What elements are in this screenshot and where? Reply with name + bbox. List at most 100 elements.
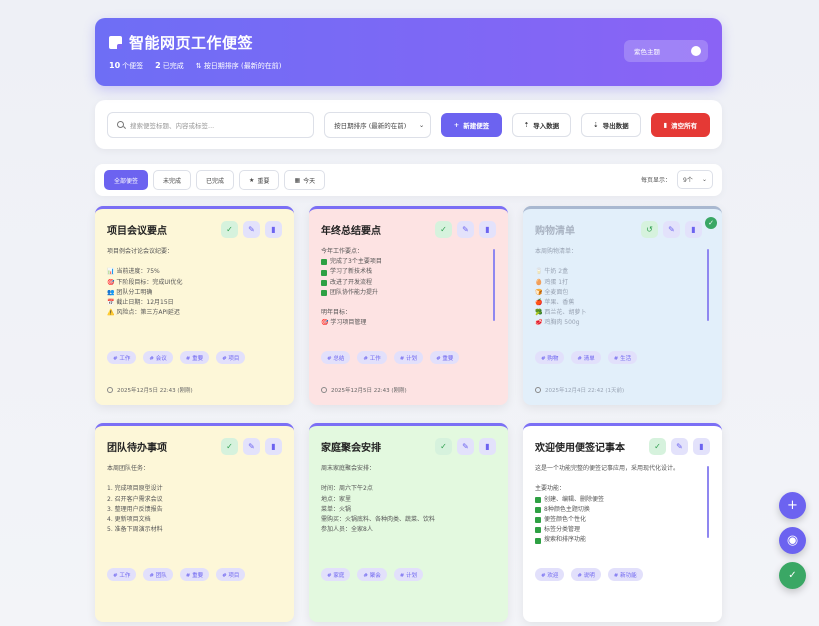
note-tags: # 家庭 # 聚会 # 计划 <box>321 568 496 581</box>
floating-theme-button[interactable]: ◉ <box>779 527 806 554</box>
clock-icon <box>321 387 327 393</box>
checkbox-icon <box>321 269 327 276</box>
import-button[interactable]: ⇡ 导入数据 <box>511 112 572 137</box>
note-card[interactable]: 团队待办事项 ✓ ✎ ▮ 本周团队任务： 1. 完成项目原型设计 2. 召开客户… <box>95 423 294 622</box>
note-tags: # 购物 # 清单 # 生活 <box>535 351 710 364</box>
tag[interactable]: # 购物 <box>535 351 565 364</box>
check-double-icon: ✓ <box>788 570 797 581</box>
tag[interactable]: # 清单 <box>571 351 601 364</box>
scrollbar[interactable] <box>493 249 495 321</box>
export-button[interactable]: ⇣ 导出数据 <box>581 112 641 137</box>
edit-button[interactable]: ✎ <box>457 437 474 455</box>
tag[interactable]: # 欢迎 <box>535 568 565 581</box>
delete-button[interactable]: ▮ <box>265 220 282 238</box>
delete-button[interactable]: ▮ <box>479 437 496 455</box>
tag[interactable]: # 新功能 <box>607 568 643 581</box>
note-body: 本周团队任务： 1. 完成项目原型设计 2. 召开客户需求会议 3. 整理用户反… <box>107 465 163 534</box>
tag[interactable]: # 重要 <box>179 351 210 364</box>
floating-complete-button[interactable]: ✓ <box>779 562 806 589</box>
scrollbar[interactable] <box>707 466 709 538</box>
upload-icon: ⇡ <box>523 120 530 129</box>
tag[interactable]: # 项目 <box>216 568 246 581</box>
sort-select[interactable]: 按日期排序 (最新的在前) ⌄ <box>324 111 432 138</box>
complete-button[interactable]: ✓ <box>649 437 666 455</box>
theme-toggle-button[interactable]: 紫色主题 <box>624 40 708 62</box>
search-input[interactable]: 搜索便签标题、内容或标签... <box>107 111 315 138</box>
star-icon: ★ <box>249 176 255 184</box>
note-title: 年终总结要点 <box>321 225 381 237</box>
delete-button[interactable]: ▮ <box>479 220 496 238</box>
note-date: 2025年12月5日 22:43 (刚刚) <box>321 386 407 394</box>
tag[interactable]: # 说明 <box>571 568 601 581</box>
edit-button[interactable]: ✎ <box>243 437 260 455</box>
checkbox-icon <box>321 259 327 266</box>
delete-button[interactable]: ▮ <box>685 220 702 238</box>
complete-button[interactable]: ✓ <box>435 220 452 238</box>
tag[interactable]: # 团队 <box>143 568 173 581</box>
tag[interactable]: # 重要 <box>430 351 460 364</box>
tag[interactable]: # 工作 <box>107 568 137 581</box>
new-note-button[interactable]: + 新建便签 <box>441 112 502 137</box>
undo-button[interactable]: ↺ <box>641 220 658 238</box>
edit-button[interactable]: ✎ <box>457 220 474 238</box>
tag[interactable]: # 生活 <box>607 351 638 364</box>
note-card[interactable]: 欢迎使用便签记事本 ✓ ✎ ▮ 这是一个功能完整的便签记事应用，采用现代化设计。… <box>523 423 722 622</box>
tag[interactable]: # 工作 <box>107 351 137 364</box>
total-stat: 10 个便签 <box>109 61 144 70</box>
tag[interactable]: # 工作 <box>357 351 387 364</box>
delete-button[interactable]: ▮ <box>693 437 710 455</box>
note-date: 2025年12月4日 22:42 (1天前) <box>535 386 624 394</box>
note-card[interactable]: ✓ 购物清单 ↺ ✎ ▮ 本周购物清单： 🥛 牛奶 2盒 🥚 鸡蛋 1打 🍞 全… <box>523 206 722 405</box>
scrollbar[interactable] <box>707 249 709 321</box>
tab-important[interactable]: ★ 重要 <box>239 170 280 190</box>
notes-grid: 项目会议要点 ✓ ✎ ▮ 项目例会讨论会议纪要： 📊 当前进度：75% 🎯 下阶… <box>95 206 722 622</box>
complete-button[interactable]: ✓ <box>221 220 238 238</box>
plus-icon: + <box>787 498 798 513</box>
calendar-icon: ▦ <box>294 176 301 184</box>
tag[interactable]: # 重要 <box>179 568 210 581</box>
completed-badge-icon: ✓ <box>705 217 717 229</box>
tag[interactable]: # 聚会 <box>357 568 387 581</box>
tag[interactable]: # 总结 <box>321 351 351 364</box>
filter-bar: 全部便签 未完成 已完成 ★ 重要 ▦ 今天 每页显示： 9个 ⌄ <box>95 164 722 196</box>
tab-all[interactable]: 全部便签 <box>104 170 149 190</box>
plus-icon: + <box>453 120 460 129</box>
note-logo-icon <box>109 36 122 49</box>
floating-add-button[interactable]: + <box>779 492 806 519</box>
tag[interactable]: # 计划 <box>393 568 424 581</box>
complete-button[interactable]: ✓ <box>435 437 452 455</box>
tag[interactable]: # 家庭 <box>321 568 351 581</box>
clock-icon <box>107 387 113 393</box>
tab-completed[interactable]: 已完成 <box>196 170 235 190</box>
note-title: 购物清单 <box>535 225 575 237</box>
note-tags: # 总结 # 工作 # 计划 # 重要 <box>321 351 496 364</box>
edit-button[interactable]: ✎ <box>243 220 260 238</box>
trash-icon: ▮ <box>663 120 668 129</box>
tab-incomplete[interactable]: 未完成 <box>153 170 192 190</box>
tag[interactable]: # 会议 <box>143 351 173 364</box>
checkbox-icon <box>535 527 541 534</box>
checkbox-icon <box>535 517 541 524</box>
clear-all-button[interactable]: ▮ 清空所有 <box>650 112 711 137</box>
note-card[interactable]: 年终总结要点 ✓ ✎ ▮ 今年工作要点： 完成了3个主要项目 学习了新技术栈 改… <box>309 206 508 405</box>
complete-button[interactable]: ✓ <box>221 437 238 455</box>
checkbox-icon <box>321 289 327 296</box>
note-body: 今年工作要点： 完成了3个主要项目 学习了新技术栈 改进了开发流程 团队协作能力… <box>321 248 382 327</box>
note-date: 2025年12月5日 22:43 (刚刚) <box>107 386 193 394</box>
tag[interactable]: # 计划 <box>393 351 424 364</box>
per-page-select[interactable]: 9个 ⌄ <box>677 170 713 189</box>
delete-button[interactable]: ▮ <box>265 437 282 455</box>
note-body: 周末家庭聚会安排： 时间：周六下午2点 地点：家里 菜单：火锅 需购买：火锅底料… <box>321 465 436 534</box>
chevron-down-icon: ⌄ <box>418 120 425 129</box>
note-card[interactable]: 家庭聚会安排 ✓ ✎ ▮ 周末家庭聚会安排： 时间：周六下午2点 地点：家里 菜… <box>309 423 508 622</box>
tag[interactable]: # 项目 <box>216 351 246 364</box>
note-body: 本周购物清单： 🥛 牛奶 2盒 🥚 鸡蛋 1打 🍞 全麦面包 🍎 苹果、香蕉 🥦… <box>535 248 587 327</box>
note-card[interactable]: 项目会议要点 ✓ ✎ ▮ 项目例会讨论会议纪要： 📊 当前进度：75% 🎯 下阶… <box>95 206 294 405</box>
app-header: 智能网页工作便签 10 个便签 2 已完成 ⇅ 按日期排序 (最新的在前) 紫色主题 <box>95 18 722 86</box>
edit-button[interactable]: ✎ <box>671 437 688 455</box>
search-icon <box>117 121 124 128</box>
checkbox-icon <box>535 506 541 513</box>
edit-button[interactable]: ✎ <box>663 220 680 238</box>
tab-today[interactable]: ▦ 今天 <box>284 170 326 190</box>
palette-icon <box>691 46 701 56</box>
